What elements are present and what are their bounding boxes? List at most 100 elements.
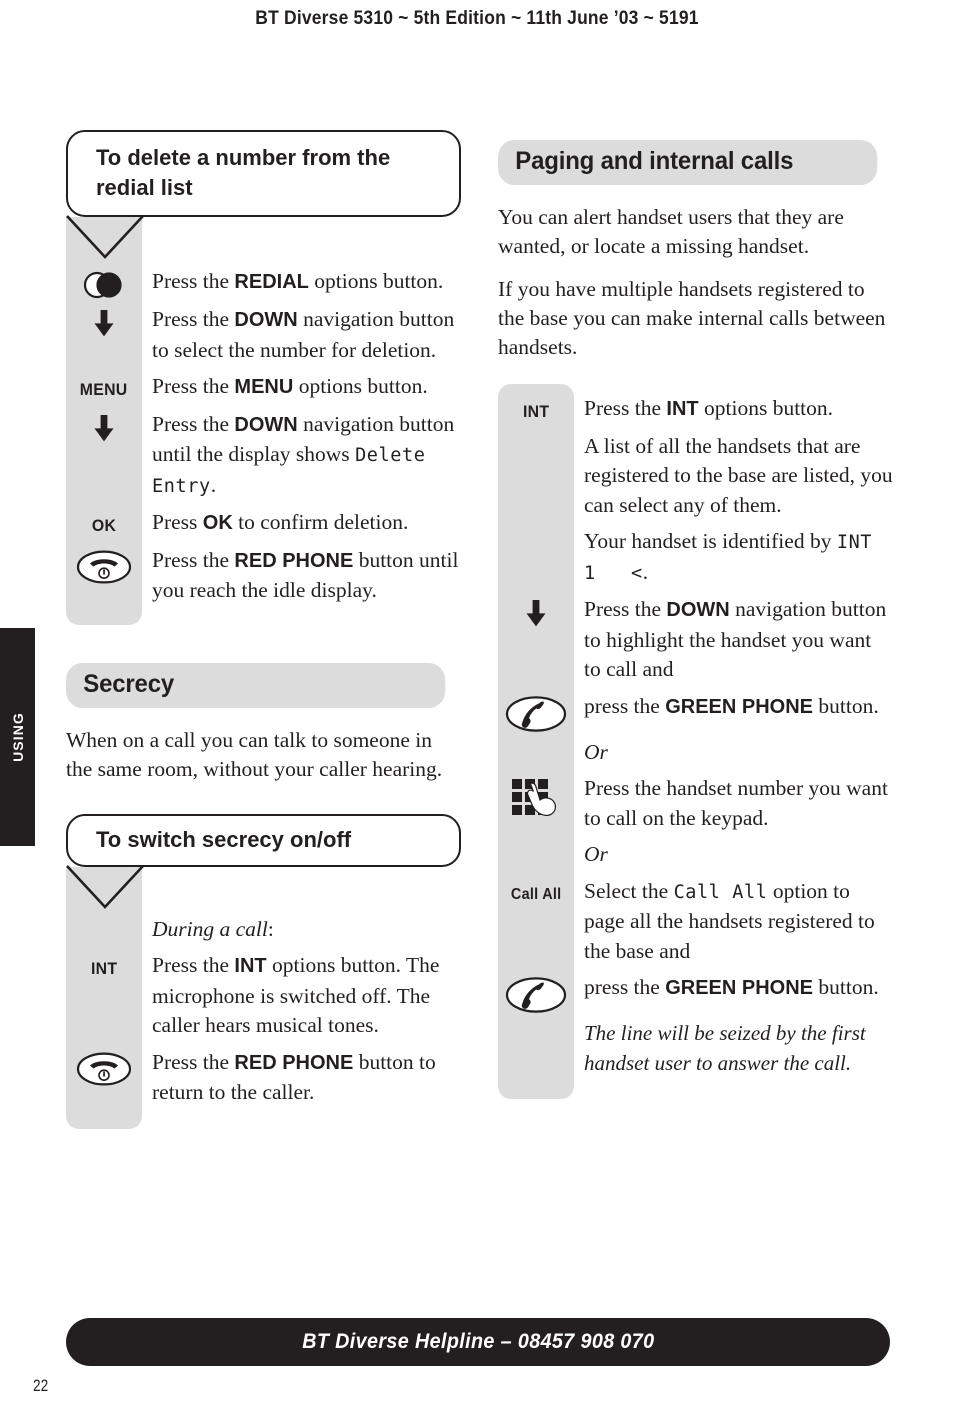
- step-row: During a call:: [66, 915, 461, 952]
- paragraph: When on a call you can talk to someone i…: [66, 727, 443, 781]
- step-row: Or: [498, 738, 893, 775]
- section-heading-secrecy: Secrecy: [66, 662, 446, 708]
- paging-paragraphs: You can alert handset users that they ar…: [498, 203, 893, 362]
- step-instruction: The line will be seized by the first han…: [584, 1021, 866, 1075]
- step-row: INT Press the INT options button. The mic…: [66, 951, 461, 1048]
- step-cue: [66, 267, 142, 305]
- step-cue-label: OK: [91, 516, 117, 535]
- step-cue: Call All: [498, 877, 574, 910]
- step-cue: [498, 692, 574, 738]
- redial-icon: [80, 270, 128, 305]
- step-row: Press the RED PHONE button to return to …: [66, 1048, 461, 1115]
- bubble-tail-icon: [66, 215, 144, 259]
- step-row: Press the DOWN navigation button until t…: [66, 410, 461, 509]
- step-row: INT Press the INT options button.: [498, 394, 893, 432]
- task-title-bubble-secrecy: To switch secrecy on/off: [66, 813, 461, 867]
- step-instruction: Press OK to confirm deletion.: [152, 510, 409, 534]
- step-row: Press the DOWN navigation button to sele…: [66, 305, 461, 372]
- keypad-icon: [510, 777, 562, 826]
- step-cue: [66, 546, 142, 590]
- left-column: To delete a number from the redial list …: [66, 130, 461, 1129]
- step-row: Or: [498, 840, 893, 877]
- red-phone-icon: [76, 549, 132, 590]
- step-cue-label: Call All: [510, 885, 562, 903]
- step-cue: [498, 1019, 574, 1022]
- step-instruction: Press the DOWN navigation button to sele…: [152, 307, 455, 362]
- step-cue: [498, 432, 574, 435]
- step-cue: [66, 1048, 142, 1092]
- paragraph: You can alert handset users that they ar…: [498, 205, 844, 258]
- step-cue: OK: [66, 508, 142, 541]
- task-title-bubble-delete-redial: To delete a number from the redial list: [66, 130, 461, 217]
- step-instruction: Or: [584, 739, 608, 764]
- step-cue: [498, 595, 574, 633]
- step-row: A list of all the handsets that are regi…: [498, 432, 893, 528]
- section-heading-paging: Paging and internal calls: [498, 140, 878, 185]
- step-instruction: Press the INT options button.: [584, 396, 834, 420]
- step-cue-label: MENU: [80, 380, 128, 399]
- helpline-footer: BT Diverse Helpline – 08457 908 070: [66, 1318, 890, 1366]
- step-rows: INT Press the INT options button. A list o…: [498, 384, 893, 1099]
- steps-delete-redial: Press the REDIAL options button. Press th…: [66, 215, 461, 625]
- step-instruction: Press the handset number you want to cal…: [584, 776, 888, 830]
- step-instruction: Press the DOWN navigation button until t…: [152, 411, 455, 497]
- red-phone-icon: [76, 1051, 132, 1092]
- step-cue: [498, 774, 574, 826]
- step-rows: Press the REDIAL options button. Press th…: [66, 217, 461, 625]
- down-arrow-icon: [91, 308, 117, 343]
- bubble-tail-icon: [66, 864, 144, 909]
- step-row: Call All Select the Call All option to pa…: [498, 877, 893, 974]
- manual-page: BT Diverse 5310 ~ 5th Edition ~ 11th Jun…: [0, 0, 954, 1419]
- step-instruction: Press the REDIAL options button.: [152, 269, 444, 293]
- steps-secrecy: During a call: INT Press the INT options b…: [66, 864, 461, 1129]
- step-cue: [66, 305, 142, 343]
- step-instruction: Press the RED PHONE button to return to …: [152, 1049, 436, 1105]
- step-instruction: Press the DOWN navigation button to high…: [584, 597, 887, 681]
- step-instruction: Press the INT options button. The microp…: [152, 953, 440, 1037]
- side-thumb-tab: USING: [0, 628, 35, 846]
- step-row: press the GREEN PHONE button.: [498, 692, 893, 738]
- right-column: Paging and internal calls You can alert …: [498, 140, 893, 1099]
- step-row: Press the DOWN navigation button to high…: [498, 595, 893, 692]
- step-cue: [498, 738, 574, 741]
- page-number: 22: [33, 1376, 49, 1395]
- step-row: The line will be seized by the first han…: [498, 1019, 893, 1085]
- down-arrow-icon: [91, 413, 117, 448]
- green-phone-icon: [505, 976, 567, 1019]
- section-secrecy: Secrecy When on a call you can talk to s…: [66, 662, 461, 1129]
- step-row: press the GREEN PHONE button.: [498, 973, 893, 1019]
- task-title-text: To delete a number from the redial list: [66, 130, 461, 217]
- step-instruction: During a call:: [152, 916, 274, 941]
- step-row: MENU Press the MENU options button.: [66, 372, 461, 410]
- step-row: Press the RED PHONE button until you rea…: [66, 546, 461, 613]
- step-instruction: Press the RED PHONE button until you rea…: [152, 547, 459, 603]
- step-cue: [66, 410, 142, 448]
- task-title-text: To switch secrecy on/off: [66, 813, 461, 867]
- step-cue: [498, 527, 574, 530]
- step-instruction: Your handset is identified by INT 1 <.: [584, 529, 873, 584]
- step-cue: INT: [66, 951, 142, 984]
- helpline-footer-text: BT Diverse Helpline – 08457 908 070: [301, 1330, 655, 1353]
- step-instruction: A list of all the handsets that are regi…: [584, 433, 893, 517]
- step-instruction: Select the Call All option to page all t…: [584, 878, 875, 963]
- step-row: Your handset is identified by INT 1 <.: [498, 527, 893, 595]
- step-row: OK Press OK to confirm deletion.: [66, 508, 461, 546]
- step-row: Press the REDIAL options button.: [66, 267, 461, 305]
- step-cue: [498, 973, 574, 1019]
- steps-paging: INT Press the INT options button. A list o…: [498, 384, 893, 1099]
- step-instruction: press the GREEN PHONE button.: [584, 975, 879, 999]
- down-arrow-icon: [523, 598, 549, 633]
- step-row: Press the handset number you want to cal…: [498, 774, 893, 840]
- secrecy-paragraphs: When on a call you can talk to someone i…: [66, 726, 461, 784]
- step-cue-label: INT: [522, 402, 550, 421]
- step-instruction: Or: [584, 842, 608, 866]
- step-cue: [66, 915, 142, 918]
- step-instruction: Press the MENU options button.: [152, 374, 428, 398]
- paragraph: If you have multiple handsets registered…: [498, 277, 886, 359]
- step-cue: [498, 840, 574, 843]
- running-header: BT Diverse 5310 ~ 5th Edition ~ 11th Jun…: [255, 8, 699, 29]
- step-cue-label: INT: [90, 959, 118, 978]
- green-phone-icon: [505, 695, 567, 738]
- thumb-tab-label: USING: [9, 712, 26, 762]
- step-cue: MENU: [66, 372, 142, 405]
